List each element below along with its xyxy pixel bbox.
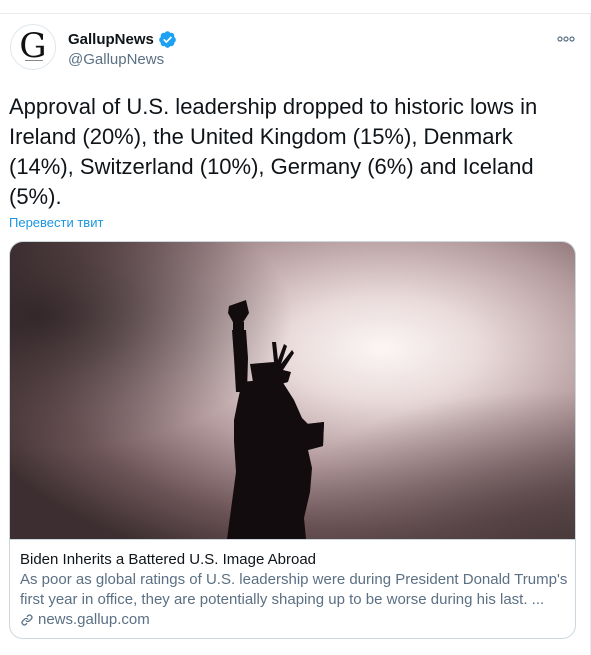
card-divider (10, 539, 575, 540)
link-icon (21, 613, 33, 626)
statue-of-liberty-image[interactable] (10, 242, 575, 539)
timeline-top-border (0, 13, 591, 14)
more-options-button[interactable] (556, 29, 576, 49)
avatar-underline (25, 60, 43, 61)
card-description: As poor as global ratings of U.S. leader… (20, 571, 568, 608)
handle[interactable]: @GallupNews (68, 51, 164, 68)
more-options-icon (557, 36, 575, 42)
author-name-row[interactable]: GallupNews (68, 30, 177, 49)
card-domain-row[interactable]: news.gallup.com (20, 611, 150, 628)
verified-badge-icon (159, 31, 176, 48)
tweet-text: Approval of U.S. leadership dropped to h… (9, 94, 538, 209)
avatar-letter: G (19, 26, 47, 66)
avatar[interactable]: G (10, 24, 56, 70)
translate-tweet-link[interactable]: Перевести твит (9, 215, 103, 230)
link-card[interactable]: Biden Inherits a Battered U.S. Image Abr… (9, 241, 576, 639)
card-domain: news.gallup.com (38, 611, 150, 628)
card-title[interactable]: Biden Inherits a Battered U.S. Image Abr… (20, 551, 316, 568)
display-name[interactable]: GallupNews (68, 31, 154, 48)
